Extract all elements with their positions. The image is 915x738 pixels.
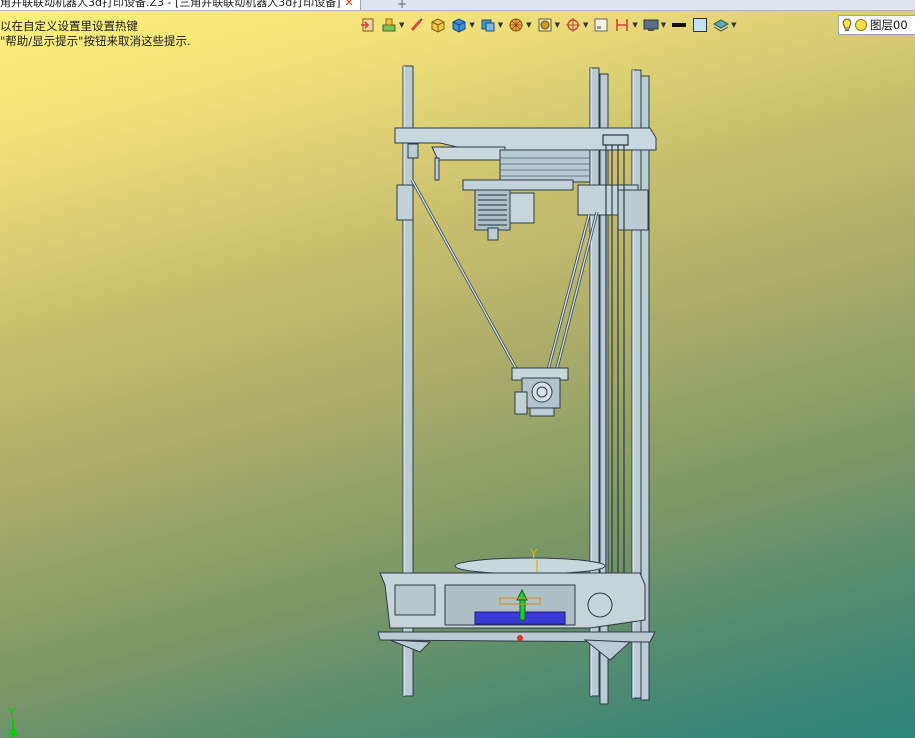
- effector: [511, 367, 569, 417]
- axis-triad: Y: [7, 706, 18, 738]
- triad-y-label: Y: [7, 706, 16, 720]
- cad-viewport[interactable]: Y: [0, 0, 915, 738]
- base-frame: [377, 557, 656, 661]
- model-axis-y-label: Y: [529, 547, 538, 561]
- printer-model: [377, 65, 657, 705]
- triad-y-arrow: [8, 727, 18, 735]
